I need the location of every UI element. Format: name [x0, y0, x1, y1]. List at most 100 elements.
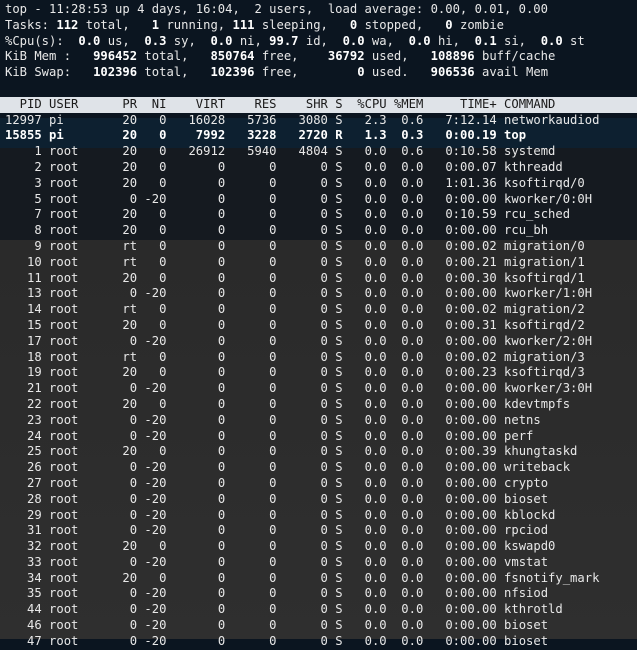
cell-command: kdevtmpfs [496, 396, 571, 411]
cell-s: S [327, 460, 343, 475]
cell-user: root [41, 444, 108, 459]
cell-user: root [41, 175, 108, 190]
cell-pr: 20 [107, 112, 138, 127]
cell-virt: 0 [166, 523, 226, 538]
process-row: 19 root 20 0 0 0 0 S 0.0 0.0 0:00.23 kso… [5, 365, 637, 381]
cell-res: 0 [225, 570, 277, 585]
process-row: 23 root 0 -20 0 0 0 S 0.0 0.0 0:00.00 ne… [5, 413, 637, 429]
summary-label: sleeping, [254, 17, 350, 32]
cell-shr: 0 [276, 539, 328, 554]
cell-pid: 35 [5, 586, 42, 601]
cell-pr: rt [107, 238, 138, 253]
cell-pid: 15 [5, 317, 42, 332]
cell-ni: -20 [137, 586, 167, 601]
cell-s: S [327, 254, 343, 269]
cell-ni: 0 [137, 396, 167, 411]
process-row: 13 root 0 -20 0 0 0 S 0.0 0.0 0:00.00 kw… [5, 286, 637, 302]
cell-pr: 20 [107, 223, 138, 238]
cell-pct-cpu: 0.0 [342, 270, 387, 285]
process-row: 26 root 0 -20 0 0 0 S 0.0 0.0 0:00.00 wr… [5, 460, 637, 476]
cell-res: 0 [225, 618, 277, 633]
process-table: 12997 pi 20 0 16028 5736 3080 S 2.3 0.6 … [5, 113, 637, 650]
summary-label: top - 11:28:53 up 4 days, 16:04, 2 users… [5, 2, 548, 16]
cell-user: root [41, 602, 108, 617]
cell-pid: 47 [5, 633, 42, 648]
cell-virt: 0 [166, 254, 226, 269]
cell-shr: 0 [276, 191, 328, 206]
process-row: 34 root 20 0 0 0 0 S 0.0 0.0 0:00.00 fsn… [5, 571, 637, 587]
cell-s: S [327, 539, 343, 554]
cell-command: crypto [496, 475, 549, 490]
summary-label: %Cpu(s): [5, 33, 79, 48]
tasks-line: Tasks: 112 total, 1 running, 111 sleepin… [5, 18, 637, 34]
cell-command: bioset [496, 618, 549, 633]
cell-pid: 3 [5, 175, 42, 190]
summary-value: 111 [232, 17, 255, 32]
cell-shr: 0 [276, 238, 328, 253]
cell-pct-cpu: 0.0 [342, 539, 387, 554]
cell-shr: 0 [276, 570, 328, 585]
cell-pct-mem: 0.0 [386, 586, 424, 601]
cell-command: top [496, 128, 527, 143]
terminal-window[interactable]: top - 11:28:53 up 4 days, 16:04, 2 users… [0, 2, 637, 650]
cell-pr: 20 [107, 365, 138, 380]
cell-res: 0 [225, 349, 277, 364]
summary-value: 99.7 [269, 33, 299, 48]
cell-virt: 0 [166, 333, 226, 348]
summary-value: 108896 [430, 49, 475, 64]
cell-pct-mem: 0.0 [386, 633, 424, 648]
cell-time: 1:01.36 [423, 175, 497, 190]
cell-shr: 0 [276, 207, 328, 222]
cell-shr: 0 [276, 475, 328, 490]
cell-pid: 22 [5, 396, 42, 411]
cell-s: S [327, 159, 343, 174]
cell-pid: 24 [5, 428, 42, 443]
cell-user: root [41, 254, 108, 269]
cell-ni: 0 [137, 128, 167, 143]
cell-virt: 0 [166, 365, 226, 380]
cell-command: migration/0 [496, 238, 585, 253]
cell-time: 0:00.00 [423, 412, 497, 427]
cell-user: root [41, 412, 108, 427]
cell-pr: 0 [107, 618, 138, 633]
cell-pct-mem: 0.0 [386, 475, 424, 490]
cell-s: S [327, 554, 343, 569]
cell-virt: 0 [166, 618, 226, 633]
cell-pr: 0 [107, 191, 138, 206]
cell-shr: 0 [276, 460, 328, 475]
summary-label: KiB Mem : [5, 49, 94, 64]
cell-ni: -20 [137, 460, 167, 475]
cell-command: rpciod [496, 523, 549, 538]
cell-s: S [327, 365, 343, 380]
cell-virt: 0 [166, 286, 226, 301]
cell-ni: -20 [137, 554, 167, 569]
cell-s: S [327, 223, 343, 238]
cell-pr: 20 [107, 175, 138, 190]
cell-pid: 12997 [5, 112, 42, 127]
cell-virt: 0 [166, 396, 226, 411]
cell-pr: 20 [107, 444, 138, 459]
process-table-header: PID USER PR NI VIRT RES SHR S %CPU %MEM … [0, 96, 637, 113]
cell-pid: 11 [5, 270, 42, 285]
cell-shr: 0 [276, 633, 328, 648]
cell-time: 0:00.00 [423, 554, 497, 569]
cell-pct-mem: 0.0 [386, 191, 424, 206]
cell-res: 0 [225, 491, 277, 506]
cell-pr: rt [107, 254, 138, 269]
cell-pid: 46 [5, 618, 42, 633]
cell-s: S [327, 523, 343, 538]
summary-label: KiB Swap: [5, 65, 94, 80]
cell-time: 0:00.00 [423, 460, 497, 475]
cell-s: S [327, 491, 343, 506]
summary-label: wa, [364, 33, 409, 48]
cell-s: S [327, 191, 343, 206]
cell-pr: 20 [107, 317, 138, 332]
process-row: 27 root 0 -20 0 0 0 S 0.0 0.0 0:00.00 cr… [5, 476, 637, 492]
cpu-line: %Cpu(s): 0.0 us, 0.3 sy, 0.0 ni, 99.7 id… [5, 34, 637, 50]
cell-user: root [41, 191, 108, 206]
cell-command: kworker/1:0H [496, 286, 593, 301]
cell-pr: 0 [107, 491, 138, 506]
cell-pid: 13 [5, 286, 42, 301]
cell-pr: 0 [107, 586, 138, 601]
cell-time: 0:00.00 [423, 507, 497, 522]
